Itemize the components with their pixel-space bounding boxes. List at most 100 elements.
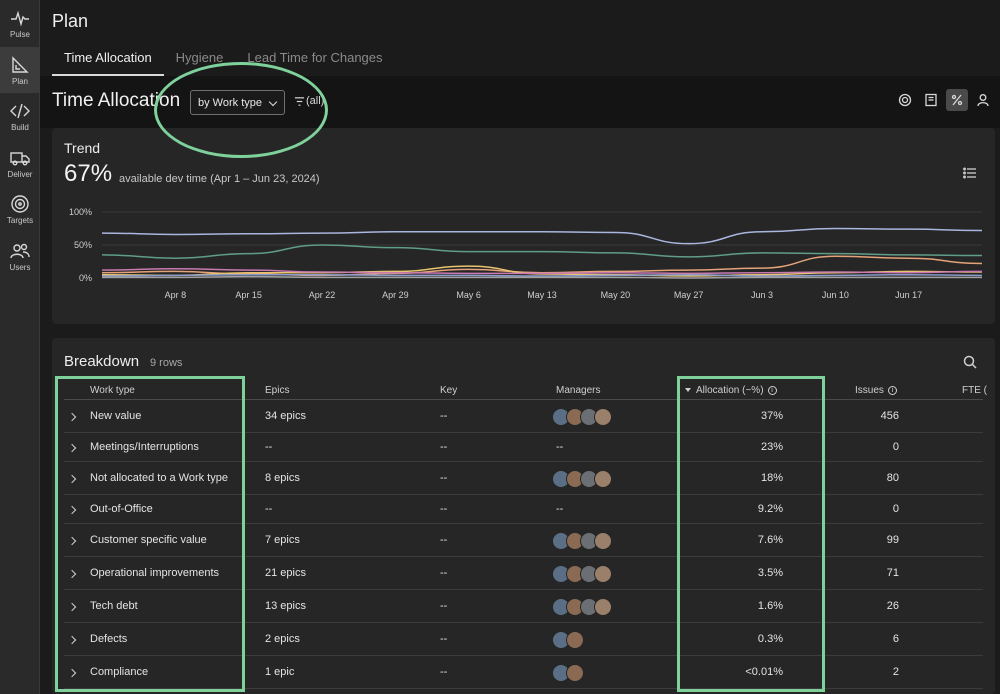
avatar[interactable]	[594, 598, 612, 616]
trend-date-range: (Apr 1 – Jun 23, 2024)	[210, 173, 320, 185]
chevron-right-icon[interactable]	[67, 635, 77, 645]
person-view-button[interactable]	[972, 89, 994, 111]
avatar[interactable]	[566, 664, 584, 682]
col-managers[interactable]: Managers	[556, 385, 600, 396]
x-tick-label: Apr 29	[382, 290, 409, 300]
chevron-right-icon[interactable]	[67, 505, 77, 515]
chevron-right-icon[interactable]	[67, 474, 77, 484]
list-icon[interactable]	[963, 166, 977, 180]
tab-time-allocation[interactable]: Time Allocation	[52, 46, 164, 76]
manager-avatars[interactable]	[552, 408, 612, 426]
tab-bar: Time Allocation Hygiene Lead Time for Ch…	[52, 46, 395, 76]
manager-avatars[interactable]	[552, 664, 584, 682]
trend-subtitle-text: available dev time	[119, 173, 208, 185]
cell-allocation: 18%	[760, 472, 783, 484]
col-work-type[interactable]: Work type	[90, 385, 135, 396]
nav-build[interactable]: Build	[0, 93, 40, 139]
table-row[interactable]: Defects 2 epics -- 0.3% 6	[64, 623, 983, 656]
col-key[interactable]: Key	[440, 385, 457, 396]
avatar[interactable]	[566, 631, 584, 649]
person-icon	[977, 94, 989, 107]
book-view-button[interactable]	[920, 89, 942, 111]
table-row[interactable]: Not allocated to a Work type 8 epics -- 18%…	[64, 462, 983, 495]
table-header: Work type Epics Key Managers Allocation …	[64, 384, 987, 400]
series-line-5[interactable]	[101, 273, 983, 277]
cell-epics: --	[265, 503, 273, 515]
x-tick-label: Apr 22	[309, 290, 336, 300]
avatar[interactable]	[594, 470, 612, 488]
cell-work-type: Out-of-Office	[90, 503, 153, 515]
table-row[interactable]: New value 34 epics -- 37% 456	[64, 400, 983, 433]
table-row[interactable]: Customer specific value 7 epics -- 7.6% 99	[64, 524, 983, 557]
cell-key: --	[440, 633, 448, 645]
chevron-right-icon[interactable]	[67, 668, 77, 678]
nav-plan-label: Plan	[11, 76, 28, 86]
table-row[interactable]: Compliance 1 epic -- <0.01% 2	[64, 656, 983, 689]
x-tick-label: Jun 10	[822, 290, 849, 300]
x-tick-label: May 13	[527, 290, 557, 300]
info-icon[interactable]: i	[887, 385, 897, 395]
avatar[interactable]	[594, 532, 612, 550]
manager-avatars[interactable]	[552, 631, 584, 649]
cell-allocation: 9.2%	[757, 503, 783, 515]
chevron-right-icon[interactable]	[67, 536, 77, 546]
group-by-dropdown[interactable]: by Work type	[190, 90, 285, 115]
table-row[interactable]: Meetings/Interruptions -- -- -- 23% 0	[64, 433, 983, 462]
pulse-icon	[11, 10, 29, 27]
manager-avatars[interactable]	[552, 470, 612, 488]
nav-plan[interactable]: Plan	[0, 47, 40, 93]
group-by-value: by Work type	[198, 96, 262, 109]
chevron-right-icon[interactable]	[67, 412, 77, 422]
series-line-0[interactable]	[101, 227, 983, 245]
info-icon[interactable]: i	[767, 385, 777, 395]
cell-work-type: Operational improvements	[90, 567, 220, 579]
col-fte[interactable]: FTE (	[962, 385, 987, 396]
tab-lead-time[interactable]: Lead Time for Changes	[235, 46, 394, 76]
chevron-right-icon[interactable]	[67, 443, 77, 453]
nav-users[interactable]: Users	[0, 233, 40, 279]
col-allocation[interactable]: Allocation (~%) i	[685, 385, 777, 396]
col-epics[interactable]: Epics	[265, 385, 289, 396]
x-tick-label: May 27	[674, 290, 704, 300]
code-icon	[10, 103, 30, 118]
chevron-right-icon[interactable]	[67, 602, 77, 612]
manager-avatars[interactable]	[552, 532, 612, 550]
cell-allocation: 0.3%	[757, 633, 783, 645]
table-row[interactable]: Operational improvements 21 epics -- 3.5% 71	[64, 557, 983, 590]
manager-avatars[interactable]	[552, 565, 612, 583]
nav-pulse[interactable]: Pulse	[0, 0, 40, 46]
col-allocation-label: Allocation (~%)	[696, 385, 764, 396]
target-icon	[11, 194, 29, 213]
x-tick-label: May 6	[456, 290, 481, 300]
cell-allocation: 3.5%	[757, 567, 783, 579]
chevron-down-icon	[268, 97, 278, 107]
cell-issues: 456	[880, 410, 899, 422]
section-title: Time Allocation	[52, 90, 181, 111]
cell-key: --	[440, 666, 448, 678]
cell-issues: 6	[892, 633, 899, 645]
target-view-button[interactable]	[894, 89, 916, 111]
filter-button[interactable]: (all)	[294, 95, 324, 107]
cell-work-type: Tech debt	[90, 600, 138, 612]
cell-work-type: Not allocated to a Work type	[90, 472, 228, 484]
trend-title: Trend	[64, 140, 101, 156]
table-row[interactable]: Out-of-Office -- -- -- 9.2% 0	[64, 495, 983, 524]
cell-allocation: 7.6%	[757, 534, 783, 546]
chevron-right-icon[interactable]	[67, 569, 77, 579]
col-issues[interactable]: Issues i	[855, 385, 897, 396]
nav-deliver[interactable]: Deliver	[0, 140, 40, 186]
percent-view-button[interactable]	[946, 89, 968, 111]
cell-issues: 99	[886, 534, 899, 546]
tab-hygiene[interactable]: Hygiene	[164, 46, 236, 76]
cell-allocation: <0.01%	[745, 666, 783, 678]
x-tick-label: Jun 17	[895, 290, 922, 300]
avatar[interactable]	[594, 408, 612, 426]
nav-pulse-label: Pulse	[9, 29, 30, 39]
nav-targets[interactable]: Targets	[0, 186, 40, 232]
manager-avatars[interactable]	[552, 598, 612, 616]
avatar[interactable]	[594, 565, 612, 583]
search-icon[interactable]	[963, 355, 977, 369]
page-title: Plan	[52, 11, 89, 31]
cell-issues: 0	[892, 503, 899, 515]
table-row[interactable]: Tech debt 13 epics -- 1.6% 26	[64, 590, 983, 623]
